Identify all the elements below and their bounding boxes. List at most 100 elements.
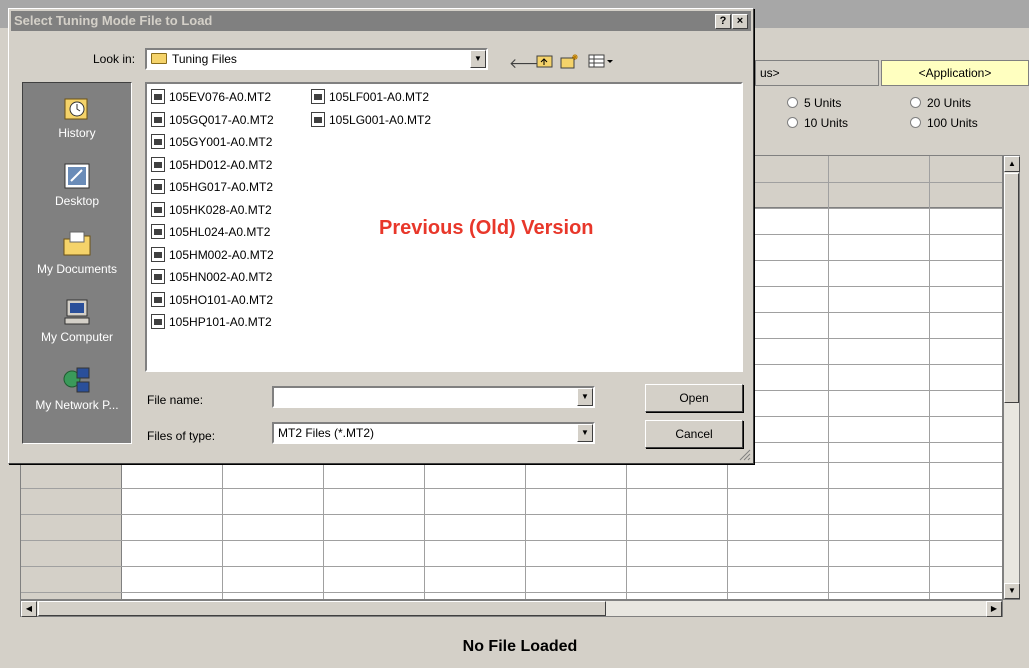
version-overlay-text: Previous (Old) Version	[379, 217, 594, 239]
radio-icon[interactable]	[910, 97, 921, 108]
place-desktop[interactable]: Desktop	[23, 161, 131, 208]
status-text: No File Loaded	[462, 638, 578, 655]
place-label: My Network P...	[35, 398, 119, 412]
look-in-value: Tuning Files	[172, 52, 237, 66]
units-radio-group-left: 5 Units 10 Units	[787, 93, 848, 133]
vertical-scrollbar[interactable]: ▲ ▼	[1003, 155, 1020, 600]
chevron-down-icon[interactable]: ▼	[577, 424, 593, 442]
radio-label: 100 Units	[927, 116, 978, 130]
file-icon	[151, 201, 165, 217]
files-of-type-value: MT2 Files (*.MT2)	[278, 426, 374, 440]
place-label: My Computer	[40, 330, 114, 344]
file-icon	[151, 314, 165, 329]
file-name: 105EV076-A0.MT2	[169, 90, 272, 104]
place-my-computer[interactable]: My Computer	[23, 297, 131, 344]
file-item[interactable]: 105HK028-A0.MT2	[151, 200, 272, 220]
place-my-documents[interactable]: My Documents	[23, 229, 131, 276]
file-item[interactable]: 105HP101-A0.MT2	[151, 312, 272, 332]
file-name-field[interactable]: ▼	[272, 386, 595, 408]
grid-row	[21, 566, 1002, 567]
file-icon	[151, 156, 165, 172]
desktop-icon	[64, 163, 90, 189]
radio-icon[interactable]	[787, 97, 798, 108]
file-name: 105HM002-A0.MT2	[169, 247, 274, 262]
tab-strip: us> <Application>	[755, 58, 1029, 88]
close-button[interactable]: ×	[732, 14, 748, 29]
radio-icon[interactable]	[787, 117, 798, 128]
scroll-left-icon[interactable]: ◀	[21, 601, 37, 617]
file-item[interactable]: 105GY001-A0.MT2	[151, 132, 272, 152]
radio-10-units[interactable]: 10 Units	[787, 113, 848, 133]
dialog-titlebar[interactable]: Select Tuning Mode File to Load ? ×	[11, 11, 751, 31]
scroll-up-icon[interactable]: ▲	[1004, 156, 1020, 172]
radio-100-units[interactable]: 100 Units	[910, 113, 978, 133]
grid-column	[829, 156, 930, 599]
file-name: 105LF001-A0.MT2	[329, 90, 430, 104]
file-item[interactable]: 105EV076-A0.MT2	[151, 87, 271, 107]
open-file-dialog: Select Tuning Mode File to Load ? × Look…	[8, 8, 754, 464]
tab-status[interactable]: us>	[755, 60, 879, 86]
horizontal-scroll-thumb[interactable]	[38, 601, 606, 616]
file-icon	[151, 269, 165, 284]
radio-20-units[interactable]: 20 Units	[910, 93, 978, 113]
place-my-network[interactable]: My Network P...	[23, 365, 131, 412]
chevron-down-icon[interactable]: ▼	[577, 388, 593, 406]
back-icon[interactable]: 🡐	[509, 53, 547, 73]
file-name: 105HK028-A0.MT2	[169, 202, 272, 217]
file-item[interactable]: 105GQ017-A0.MT2	[151, 110, 274, 130]
radio-icon[interactable]	[910, 117, 921, 128]
radio-label: 10 Units	[804, 116, 849, 130]
up-folder-icon[interactable]	[534, 53, 556, 73]
look-in-dropdown[interactable]: Tuning Files ▼	[145, 48, 488, 70]
file-name: 105HN002-A0.MT2	[169, 270, 273, 284]
file-name: 105GQ017-A0.MT2	[169, 112, 274, 127]
look-in-label: Look in:	[93, 52, 136, 66]
file-icon	[311, 89, 325, 104]
my-documents-icon	[63, 231, 91, 256]
folder-icon	[151, 53, 167, 64]
files-of-type-dropdown[interactable]: MT2 Files (*.MT2) ▼	[272, 422, 595, 444]
file-name: 105GY001-A0.MT2	[169, 135, 273, 149]
my-computer-icon	[64, 299, 90, 325]
open-button[interactable]: Open	[645, 384, 743, 412]
places-bar: History Desktop My Documents My Computer…	[22, 82, 132, 444]
scroll-down-icon[interactable]: ▼	[1004, 583, 1020, 599]
view-menu-icon[interactable]	[586, 53, 616, 73]
file-icon	[311, 111, 325, 127]
file-item[interactable]: 105LF001-A0.MT2	[311, 87, 429, 107]
units-radio-group-right: 20 Units 100 Units	[910, 93, 978, 133]
file-item[interactable]: 105LG001-A0.MT2	[311, 110, 431, 130]
resize-grip-icon[interactable]	[739, 449, 751, 461]
help-button[interactable]: ?	[715, 14, 731, 29]
horizontal-scrollbar[interactable]: ◀ ▶	[20, 600, 1003, 617]
files-of-type-label: Files of type:	[147, 429, 216, 443]
file-icon	[151, 111, 165, 127]
chevron-down-icon[interactable]: ▼	[470, 50, 486, 68]
file-name: 105HG017-A0.MT2	[169, 180, 274, 194]
file-item[interactable]: 105HN002-A0.MT2	[151, 267, 272, 287]
grid-row	[21, 540, 1002, 541]
radio-label: 20 Units	[927, 96, 972, 110]
radio-5-units[interactable]: 5 Units	[787, 93, 848, 113]
radio-label: 5 Units	[804, 96, 842, 110]
file-item[interactable]: 105HD012-A0.MT2	[151, 155, 272, 175]
file-item[interactable]: 105HL024-A0.MT2	[151, 222, 270, 242]
vertical-scroll-thumb[interactable]	[1004, 173, 1019, 403]
file-item[interactable]: 105HG017-A0.MT2	[151, 177, 273, 197]
dialog-title: Select Tuning Mode File to Load	[14, 13, 213, 28]
file-name: 105HO101-A0.MT2	[169, 292, 274, 307]
file-icon	[151, 134, 165, 149]
new-folder-icon[interactable]	[559, 53, 581, 73]
place-label: My Documents	[36, 262, 118, 276]
cancel-button[interactable]: Cancel	[645, 420, 743, 448]
file-name: 105LG001-A0.MT2	[329, 112, 432, 127]
tab-application[interactable]: <Application>	[881, 60, 1029, 86]
file-name: 105HL024-A0.MT2	[169, 225, 271, 239]
file-item[interactable]: 105HM002-A0.MT2	[151, 245, 274, 265]
place-label: History	[58, 126, 96, 140]
place-history[interactable]: History	[23, 93, 131, 140]
file-item[interactable]: 105HO101-A0.MT2	[151, 290, 273, 310]
grid-row	[21, 514, 1002, 515]
network-icon	[63, 367, 90, 393]
scroll-right-icon[interactable]: ▶	[986, 601, 1002, 617]
